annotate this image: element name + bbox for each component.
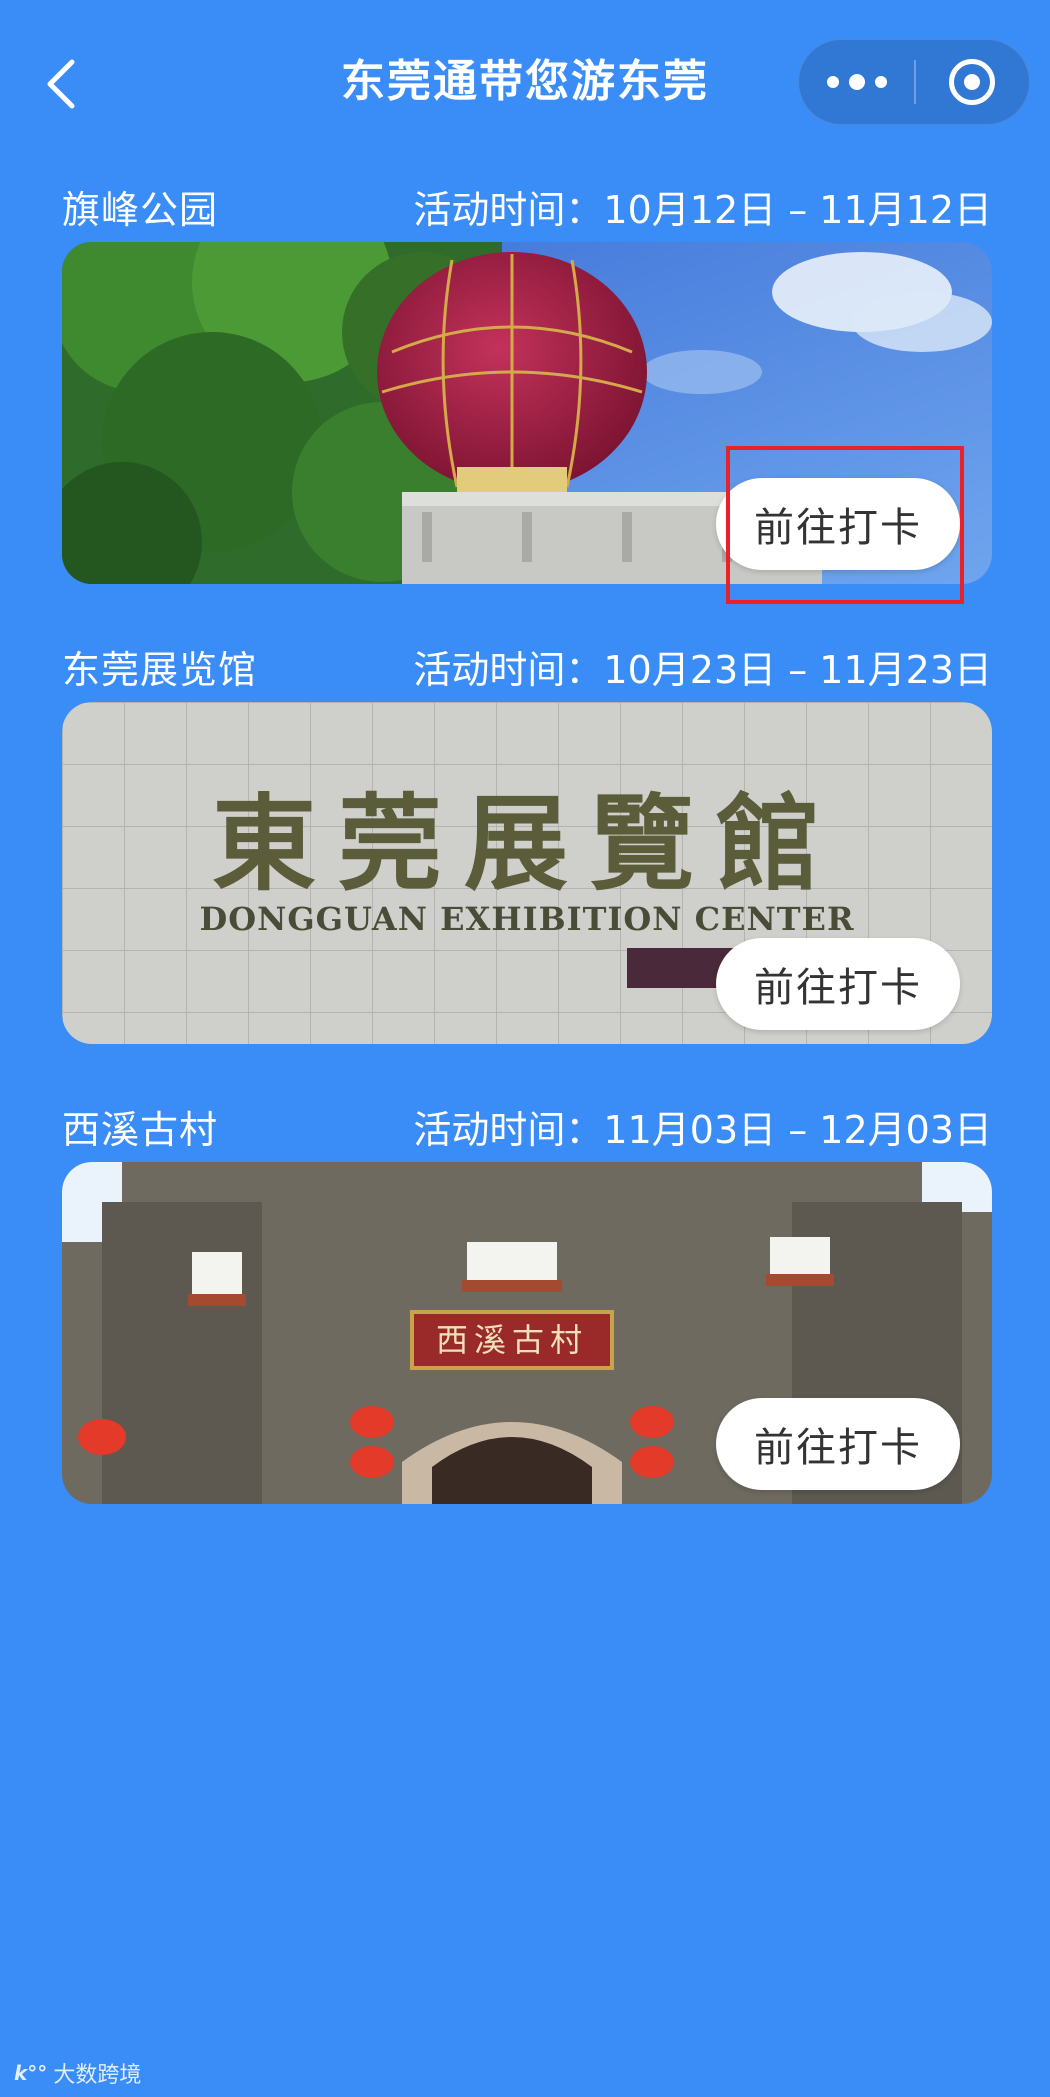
sign-chinese-text: 東莞展覽館 <box>212 782 842 905</box>
more-dot-icon <box>874 76 887 88</box>
place-image[interactable]: 前往打卡 <box>62 242 992 584</box>
watermark-text: 大数跨境 <box>53 2063 142 2088</box>
checkin-button[interactable]: 前往打卡 <box>716 478 960 570</box>
place-image[interactable]: 西溪古村 前往打卡 <box>62 1162 992 1504</box>
checkin-button[interactable]: 前往打卡 <box>716 1398 960 1490</box>
more-dot-icon <box>848 74 865 90</box>
activity-date: 活动时间：10月23日 – 11月23日 <box>413 648 992 692</box>
place-name: 东莞展览馆 <box>62 648 258 692</box>
sign-english-text: DONGGUAN EXHIBITION CENTER <box>199 900 854 938</box>
more-dot-icon <box>826 76 839 88</box>
more-button[interactable] <box>799 40 914 124</box>
navigation-bar: 东莞通带您游东莞 <box>0 0 1050 165</box>
place-image[interactable]: 東莞展覽館 DONGGUAN EXHIBITION CENTER 前往打卡 <box>62 702 992 1044</box>
activity-date: 活动时间：10月12日 – 11月12日 <box>413 188 992 232</box>
activity-card: 旗峰公园 活动时间：10月12日 – 11月12日 前往打卡 <box>62 180 992 584</box>
target-icon <box>949 59 996 105</box>
place-name: 西溪古村 <box>62 1108 219 1152</box>
activity-date: 活动时间：11月03日 – 12月03日 <box>413 1108 992 1152</box>
chevron-left-icon <box>47 59 75 109</box>
card-header: 东莞展览馆 活动时间：10月23日 – 11月23日 <box>62 640 992 700</box>
mini-program-capsule <box>798 39 1030 125</box>
card-header: 西溪古村 活动时间：11月03日 – 12月03日 <box>62 1100 992 1160</box>
watermark-logo-icon: k°° <box>14 2061 48 2085</box>
watermark: k°° 大数跨境 <box>14 2057 141 2089</box>
place-name: 旗峰公园 <box>62 188 219 232</box>
back-button[interactable] <box>36 54 86 114</box>
close-button[interactable] <box>916 40 1029 124</box>
activity-card: 西溪古村 活动时间：11月03日 – 12月03日 西溪古村 前往打卡 <box>62 1100 992 1504</box>
card-header: 旗峰公园 活动时间：10月12日 – 11月12日 <box>62 180 992 240</box>
activity-card: 东莞展览馆 活动时间：10月23日 – 11月23日 東莞展覽館 DONGGUA… <box>62 640 992 1044</box>
plaque-text: 西溪古村 <box>436 1321 588 1359</box>
checkin-button[interactable]: 前往打卡 <box>716 938 960 1030</box>
